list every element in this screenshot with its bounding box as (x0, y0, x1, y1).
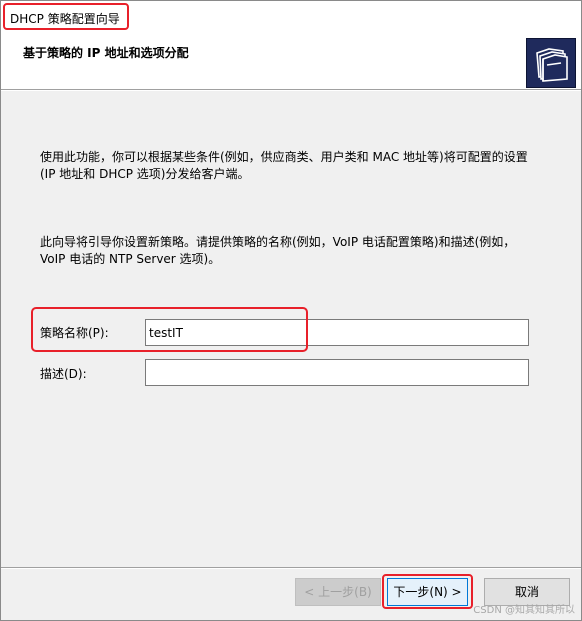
watermark: CSDN @知其知其所以 (473, 605, 575, 616)
next-highlight-box (382, 574, 473, 609)
description-input[interactable] (145, 359, 529, 386)
description-paragraph-1: 使用此功能，你可以根据某些条件(例如，供应商类、用户类和 MAC 地址等)将可配… (40, 150, 528, 181)
footer-divider (1, 567, 581, 569)
description-paragraph-2: 此向导将引导你设置新策略。请提供策略的名称(例如，VoIP 电话配置策略)和描述… (40, 235, 516, 266)
wizard-header: 基于策略的 IP 地址和选项分配 (1, 34, 581, 89)
policy-name-highlight-box (31, 307, 308, 352)
page-title: 基于策略的 IP 地址和选项分配 (23, 46, 189, 60)
title-highlight-box (3, 3, 129, 30)
header-divider (1, 89, 581, 91)
wizard-window: DHCP 策略配置向导 基于策略的 IP 地址和选项分配 使用此功能，你可以根据… (0, 0, 582, 621)
description-label: 描述(D): (40, 367, 87, 381)
back-button[interactable]: < 上一步(B) (295, 578, 381, 606)
folders-icon (526, 38, 576, 88)
